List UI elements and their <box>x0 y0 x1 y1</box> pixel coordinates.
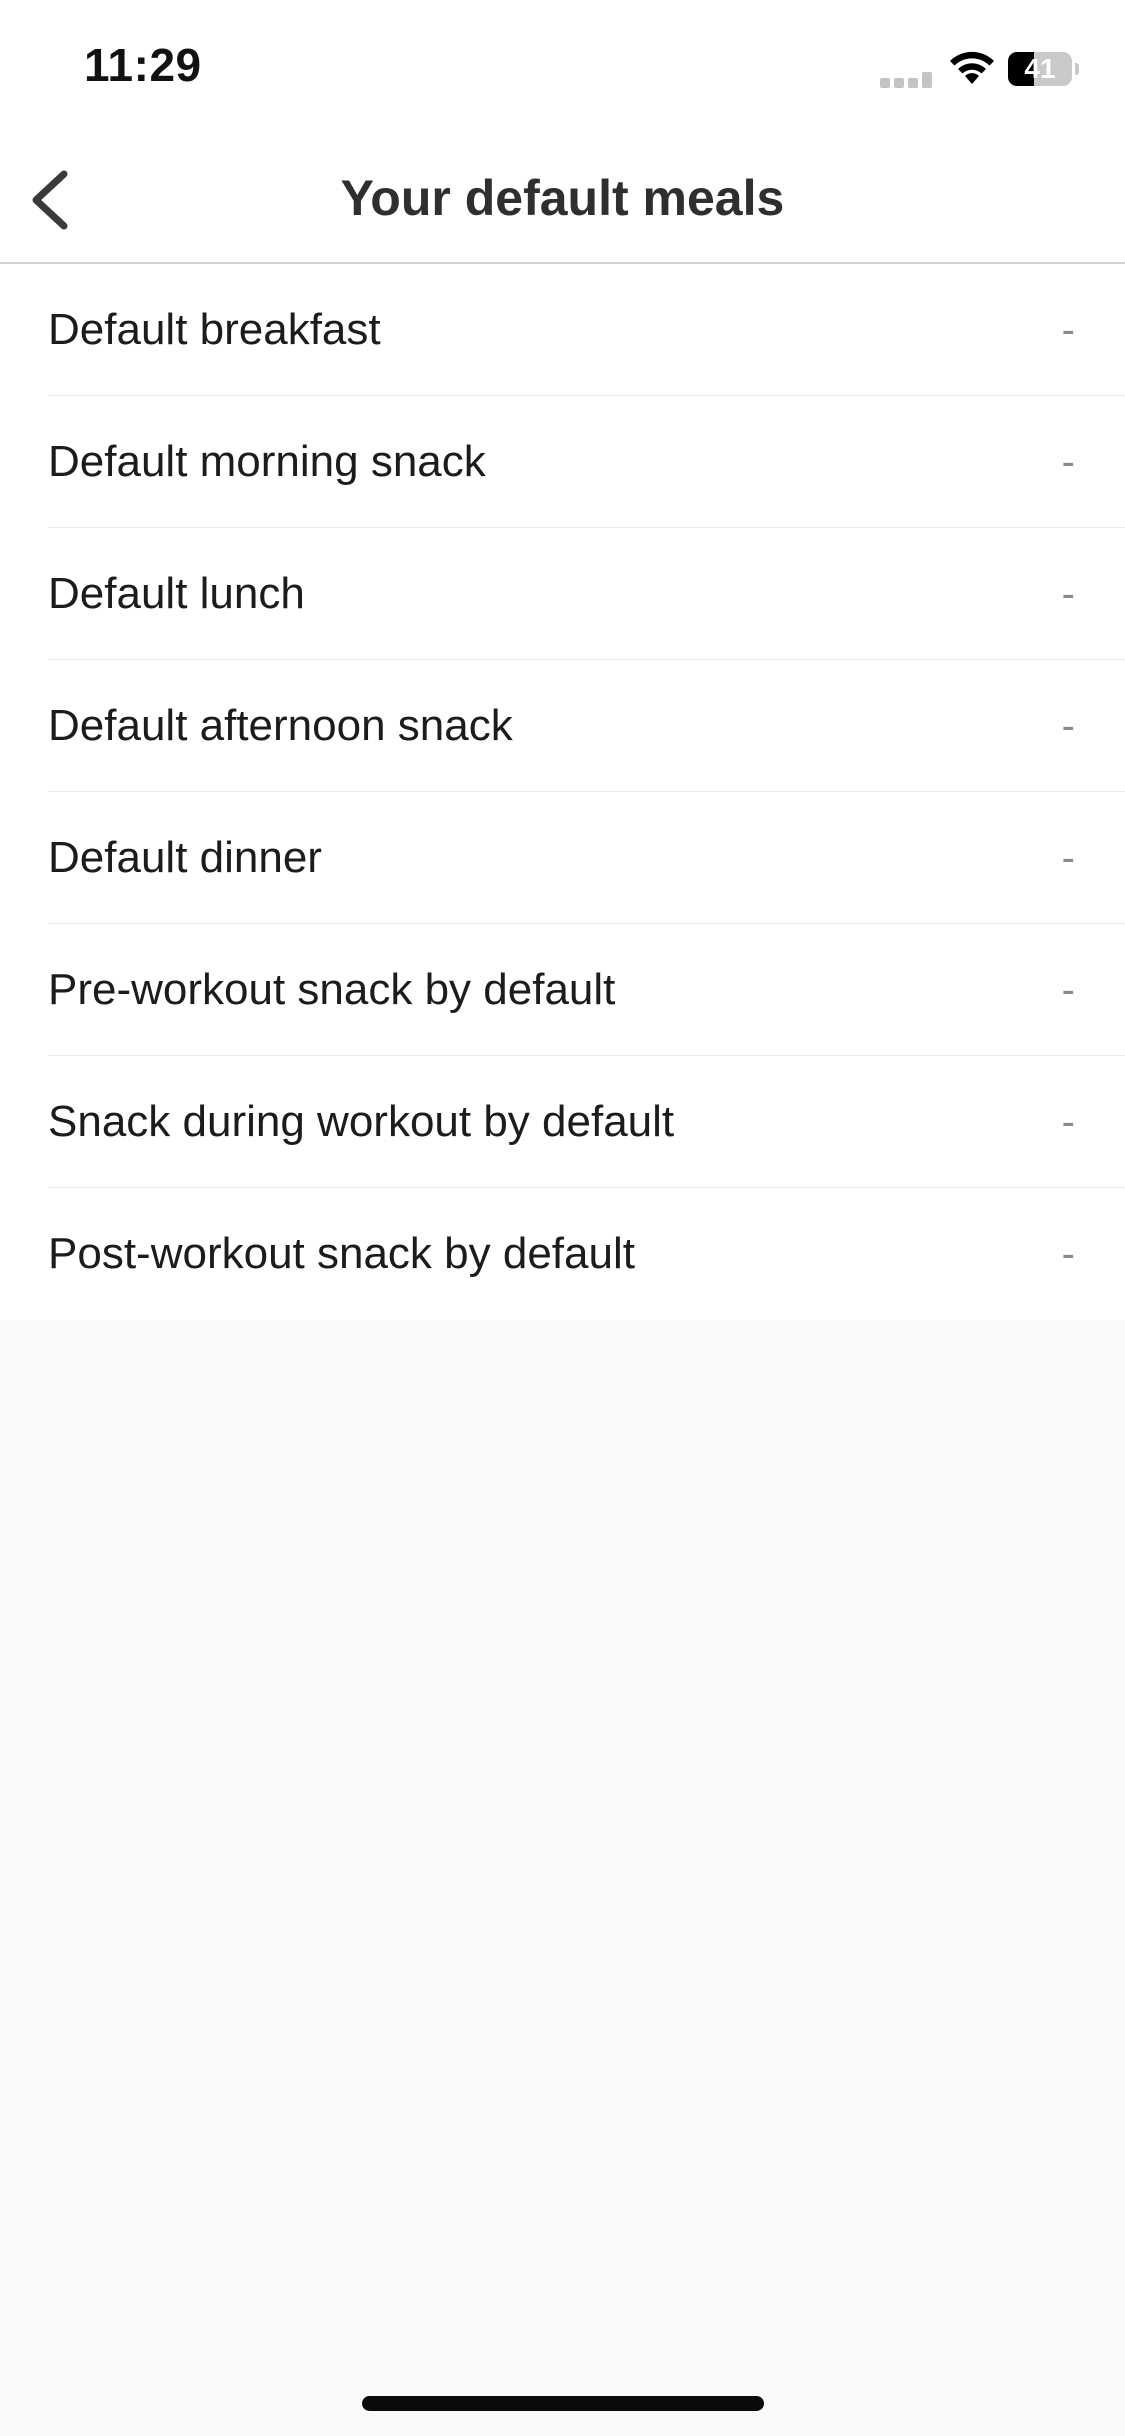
list-item-label: Default afternoon snack <box>48 701 513 750</box>
list-item-post-workout-snack[interactable]: Post-workout snack by default - <box>0 1188 1125 1320</box>
list-item-value: - <box>1061 1232 1075 1276</box>
battery-icon: 41 <box>1008 52 1079 86</box>
default-meals-list: Default breakfast - Default morning snac… <box>0 264 1125 1320</box>
page-title: Your default meals <box>340 170 785 226</box>
list-item-label: Snack during workout by default <box>48 1097 675 1146</box>
list-item-label: Default lunch <box>48 569 305 618</box>
cellular-signal-icon <box>880 72 932 88</box>
home-indicator[interactable] <box>362 2396 764 2411</box>
list-item-value: - <box>1061 968 1075 1012</box>
wifi-icon <box>950 51 994 84</box>
list-item-label: Default morning snack <box>48 437 486 486</box>
list-item-value: - <box>1061 440 1075 484</box>
battery-level: 41 <box>1024 53 1056 84</box>
list-item-default-lunch[interactable]: Default lunch - <box>0 528 1125 660</box>
status-time: 11:29 <box>84 39 202 91</box>
battery-cap <box>1075 63 1079 75</box>
list-item-value: - <box>1061 704 1075 748</box>
list-item-default-afternoon-snack[interactable]: Default afternoon snack - <box>0 660 1125 792</box>
status-bar: 11:29 41 <box>0 0 1125 132</box>
back-button[interactable] <box>14 158 94 238</box>
list-item-value: - <box>1061 836 1075 880</box>
list-item-value: - <box>1061 308 1075 352</box>
list-item-label: Default dinner <box>48 833 322 882</box>
battery-body: 41 <box>1008 52 1072 86</box>
list-item-default-dinner[interactable]: Default dinner - <box>0 792 1125 924</box>
list-item-label: Default breakfast <box>48 305 381 354</box>
list-item-label: Post-workout snack by default <box>48 1229 635 1278</box>
list-item-label: Pre-workout snack by default <box>48 965 616 1014</box>
list-item-snack-during-workout[interactable]: Snack during workout by default - <box>0 1056 1125 1188</box>
chevron-left-icon <box>32 170 68 230</box>
list-item-default-breakfast[interactable]: Default breakfast - <box>0 264 1125 396</box>
list-item-pre-workout-snack[interactable]: Pre-workout snack by default - <box>0 924 1125 1056</box>
list-item-default-morning-snack[interactable]: Default morning snack - <box>0 396 1125 528</box>
navigation-bar: Your default meals <box>0 132 1125 264</box>
list-item-value: - <box>1061 1100 1075 1144</box>
list-item-value: - <box>1061 572 1075 616</box>
